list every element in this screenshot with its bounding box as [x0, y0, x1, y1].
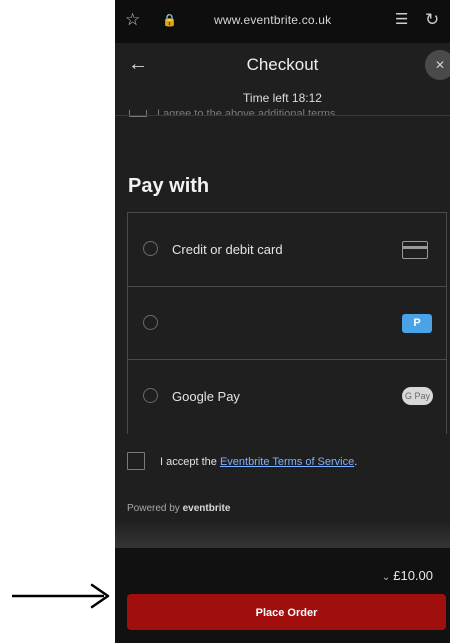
- radio-card[interactable]: [143, 241, 158, 256]
- pointer-arrow-icon: [12, 583, 110, 609]
- page-title: Checkout: [246, 55, 319, 74]
- credit-card-icon: [402, 241, 428, 259]
- time-left-text: Time left 18:12: [243, 91, 322, 105]
- payment-options: Credit or debit card P Google Pay G Pay: [127, 212, 447, 434]
- powered-prefix: Powered by: [127, 503, 183, 514]
- reload-icon[interactable]: ↻: [425, 10, 439, 30]
- terms-of-service-link[interactable]: Eventbrite Terms of Service: [220, 456, 354, 468]
- footer-shadow: [115, 520, 450, 550]
- google-pay-icon: G Pay: [402, 387, 433, 405]
- payment-option-paypal[interactable]: P: [128, 286, 446, 360]
- browser-address-bar: ☆ 🔒 www.eventbrite.co.uk ☰ ↻: [115, 0, 450, 43]
- header-divider: [115, 115, 450, 116]
- terms-text: I accept the Eventbrite Terms of Service…: [160, 456, 357, 468]
- payment-option-google-pay[interactable]: Google Pay G Pay: [128, 359, 446, 433]
- terms-suffix: .: [354, 456, 358, 468]
- chevron-down-icon[interactable]: ⌄: [382, 572, 390, 583]
- radio-paypal[interactable]: [143, 315, 158, 330]
- order-total-value: £10.00: [393, 568, 433, 583]
- order-total[interactable]: ⌄ £10.00: [382, 568, 433, 583]
- lock-icon[interactable]: 🔒: [162, 10, 177, 30]
- paypal-icon: P: [402, 314, 432, 333]
- payment-option-label: Google Pay: [172, 389, 240, 404]
- eventbrite-logo: eventbrite: [182, 503, 231, 514]
- place-order-button[interactable]: Place Order: [127, 594, 446, 630]
- reader-mode-icon[interactable]: ☰: [395, 10, 408, 30]
- terms-prefix: I accept the: [160, 456, 220, 468]
- checkout-footer: ⌄ £10.00 Place Order: [115, 548, 450, 643]
- close-icon[interactable]: ✕: [425, 50, 450, 80]
- powered-by: Powered by eventbrite: [127, 503, 230, 514]
- url-text[interactable]: www.eventbrite.co.uk: [214, 13, 331, 27]
- payment-option-label: Credit or debit card: [172, 242, 283, 257]
- star-icon[interactable]: ☆: [125, 10, 140, 30]
- terms-checkbox[interactable]: [127, 452, 145, 470]
- pay-with-heading: Pay with: [128, 175, 210, 197]
- phone-screen: ☆ 🔒 www.eventbrite.co.uk ☰ ↻ ← Checkout …: [115, 0, 450, 643]
- radio-google-pay[interactable]: [143, 388, 158, 403]
- payment-option-card[interactable]: Credit or debit card: [128, 213, 446, 286]
